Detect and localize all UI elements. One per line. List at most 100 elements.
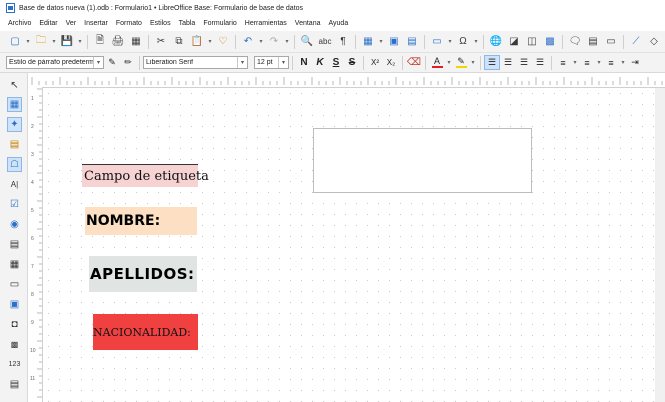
chevron-down-icon[interactable]: ▾: [278, 57, 288, 68]
subscript-button[interactable]: X₂: [383, 55, 399, 70]
redo-icon[interactable]: ↷: [265, 34, 283, 50]
bullet-list-icon[interactable]: ≡: [555, 55, 571, 70]
insert-textbox-icon[interactable]: ▭: [428, 34, 446, 50]
paragraph-style-combo[interactable]: Estilo de párrafo predetermin ▾: [6, 56, 104, 69]
highlight-dropdown-icon[interactable]: ▾: [469, 55, 477, 71]
line-icon[interactable]: ⟋: [627, 34, 645, 50]
label-campo-de-etiqueta[interactable]: Campo de etiqueta: [82, 164, 209, 187]
footnote-icon[interactable]: ◪: [505, 34, 523, 50]
track-changes-icon[interactable]: ▤: [584, 34, 602, 50]
align-center-button[interactable]: ☰: [500, 55, 516, 70]
formatted-field-icon[interactable]: ◘: [7, 317, 22, 332]
italic-button[interactable]: K: [312, 55, 328, 70]
time-field-icon[interactable]: ▤: [7, 377, 22, 392]
redo-dropdown-icon[interactable]: ▾: [283, 34, 291, 50]
clear-formatting-icon[interactable]: ⌫: [406, 55, 422, 70]
find-replace-icon[interactable]: 🔍: [298, 34, 316, 50]
font-color-dropdown-icon[interactable]: ▾: [445, 55, 453, 71]
save-icon[interactable]: 💾: [58, 34, 76, 50]
list-box-icon[interactable]: ▤: [7, 237, 22, 252]
menu-editar[interactable]: Editar: [39, 20, 57, 27]
basic-shapes-icon[interactable]: ◇: [645, 34, 663, 50]
export-pdf-icon[interactable]: 🗎: [91, 34, 109, 50]
numbered-list-icon[interactable]: ≡: [579, 55, 595, 70]
menu-ayuda[interactable]: Ayuda: [328, 20, 348, 27]
menu-tabla[interactable]: Tabla: [179, 20, 196, 27]
label-nombre[interactable]: NOMBRE:: [85, 207, 197, 235]
comment-icon[interactable]: 🗨: [566, 34, 584, 50]
chevron-down-icon[interactable]: ▾: [237, 57, 247, 68]
outline-dropdown-icon[interactable]: ▾: [619, 55, 627, 71]
spelling-icon[interactable]: abc: [316, 34, 334, 50]
justify-button[interactable]: ☰: [532, 55, 548, 70]
design-mode-icon[interactable]: ▦: [7, 97, 22, 112]
new-document-icon[interactable]: ▢: [6, 34, 24, 50]
label-nacionalidad[interactable]: NACIONALIDAD:: [93, 314, 198, 350]
bold-button[interactable]: N: [296, 55, 312, 70]
superscript-button[interactable]: X²: [367, 55, 383, 70]
combo-box-icon[interactable]: ▦: [7, 257, 22, 272]
date-field-icon[interactable]: ▩: [7, 337, 22, 352]
underline-button[interactable]: S: [328, 55, 344, 70]
textbox-dropdown-icon[interactable]: ▾: [446, 34, 454, 50]
formatting-marks-icon[interactable]: ¶: [334, 34, 352, 50]
table-dropdown-icon[interactable]: ▾: [377, 34, 385, 50]
clone-formatting-icon[interactable]: ♡: [214, 34, 232, 50]
special-character-icon[interactable]: Ω: [454, 34, 472, 50]
print-preview-icon[interactable]: ▦: [127, 34, 145, 50]
numeric-field-icon[interactable]: 123: [7, 357, 22, 372]
check-box-icon[interactable]: ☑: [7, 197, 22, 212]
image-button-icon[interactable]: ▣: [7, 297, 22, 312]
control-wizards-icon[interactable]: ✦: [7, 117, 22, 132]
highlight-color-icon[interactable]: ✎: [453, 55, 469, 70]
align-right-button[interactable]: ☰: [516, 55, 532, 70]
paste-icon[interactable]: 📋: [188, 34, 206, 50]
font-size-combo[interactable]: 12 pt ▾: [254, 56, 289, 69]
print-icon[interactable]: 🖨: [109, 34, 127, 50]
undo-dropdown-icon[interactable]: ▾: [257, 34, 265, 50]
header-footer-icon[interactable]: ▭: [602, 34, 620, 50]
menu-estilos[interactable]: Estilos: [150, 20, 171, 27]
endnote-icon[interactable]: ◫: [523, 34, 541, 50]
empty-control-box[interactable]: [313, 128, 532, 193]
insert-image-icon[interactable]: ▣: [385, 34, 403, 50]
save-dropdown-icon[interactable]: ▾: [76, 34, 84, 50]
open-dropdown-icon[interactable]: ▾: [50, 34, 58, 50]
font-color-icon[interactable]: A: [429, 55, 445, 70]
menu-ventana[interactable]: Ventana: [295, 20, 321, 27]
menu-ver[interactable]: Ver: [66, 20, 77, 27]
insert-table-icon[interactable]: ▦: [359, 34, 377, 50]
undo-icon[interactable]: ↶: [239, 34, 257, 50]
option-button-icon[interactable]: ◉: [7, 217, 22, 232]
menu-formato[interactable]: Formato: [116, 20, 142, 27]
new-style-icon[interactable]: ✏: [120, 55, 136, 70]
hyperlink-icon[interactable]: 🌐: [487, 34, 505, 50]
select-pointer-icon[interactable]: ↖: [7, 78, 22, 93]
form-design-icon[interactable]: ▤: [7, 137, 22, 152]
strikethrough-button[interactable]: S: [344, 55, 360, 70]
vertical-scrollbar[interactable]: [655, 88, 665, 402]
cut-icon[interactable]: ✂: [152, 34, 170, 50]
numbered-dropdown-icon[interactable]: ▾: [595, 55, 603, 71]
align-left-button[interactable]: ☰: [484, 55, 500, 70]
outline-list-icon[interactable]: ≡: [603, 55, 619, 70]
push-button-icon[interactable]: ▭: [7, 277, 22, 292]
form-canvas[interactable]: Campo de etiqueta NOMBRE: APELLIDOS: NAC…: [43, 88, 665, 402]
update-style-icon[interactable]: ✎: [104, 55, 120, 70]
indent-icon[interactable]: ⇥: [627, 55, 643, 70]
menu-formulario[interactable]: Formulario: [203, 20, 236, 27]
menu-herramientas[interactable]: Herramientas: [245, 20, 287, 27]
menu-insertar[interactable]: Insertar: [84, 20, 108, 27]
label-apellidos[interactable]: APELLIDOS:: [89, 256, 197, 292]
open-folder-icon[interactable]: 🗀: [32, 34, 50, 50]
paste-dropdown-icon[interactable]: ▾: [206, 34, 214, 50]
insert-chart-icon[interactable]: ▤: [403, 34, 421, 50]
special-char-dropdown-icon[interactable]: ▾: [472, 34, 480, 50]
bookmark-icon[interactable]: ▩: [541, 34, 559, 50]
text-box-icon[interactable]: A|: [7, 177, 22, 192]
font-name-combo[interactable]: Liberation Serif ▾: [143, 56, 248, 69]
copy-icon[interactable]: ⧉: [170, 34, 188, 50]
new-dropdown-icon[interactable]: ▾: [24, 34, 32, 50]
bullet-dropdown-icon[interactable]: ▾: [571, 55, 579, 71]
menu-archivo[interactable]: Archivo: [8, 20, 31, 27]
